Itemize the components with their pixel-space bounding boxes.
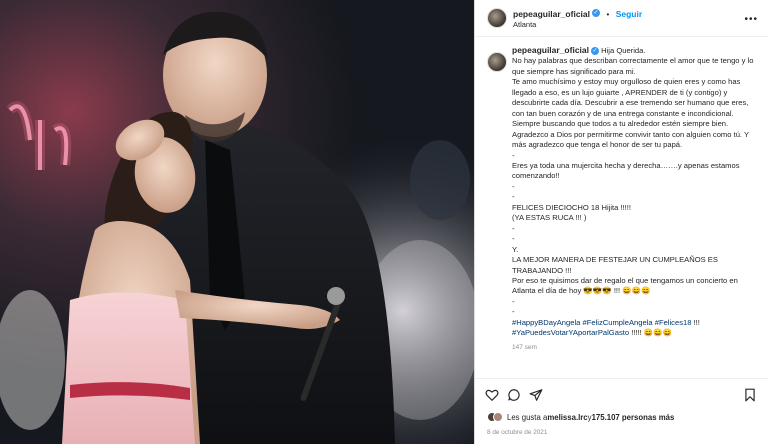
verified-badge-icon: ✓ <box>591 47 599 55</box>
heart-icon[interactable] <box>485 388 499 402</box>
hashtag-suffix: !!! <box>691 317 700 327</box>
hashtag-suffix: !!!!! 😄😄😄 <box>629 328 673 338</box>
likes-prefix: Les gusta a <box>507 412 548 422</box>
author-avatar[interactable] <box>487 8 507 28</box>
more-icon[interactable]: ••• <box>744 14 758 25</box>
caption-line: - <box>512 234 515 244</box>
location-link[interactable]: Atlanta <box>513 20 642 29</box>
post-sidebar: pepeaguilar_oficial ✓ • Seguir Atlanta ••… <box>474 0 768 444</box>
hashtag-link[interactable]: #HappyBDayAngela <box>512 318 580 327</box>
post-caption: pepeaguilar_oficial ✓ Hija Querida. No ha… <box>512 45 760 353</box>
caption-line: - <box>512 307 515 317</box>
post-photo[interactable] <box>0 0 474 444</box>
caption-line: - <box>512 296 515 306</box>
photo-illustration <box>0 0 474 444</box>
caption-line: Por eso te quisimos dar de regalo el que… <box>512 275 740 296</box>
liker-username[interactable]: melissa.lrc <box>547 413 587 422</box>
caption-line: Agradezco a Dios por permitirme convivir… <box>512 129 752 150</box>
caption-line: LA MEJOR MANERA DE FESTEJAR UN CUMPLEAÑO… <box>512 255 720 275</box>
caption-line: FELICES DIECIOCHO 18 Hijita !!!!! <box>512 202 631 212</box>
caption-line: Te amo muchísimo y estoy muy orgulloso d… <box>512 77 751 129</box>
caption-line: (YA ESTAS RUCA !!! ) <box>512 213 587 223</box>
caption-line: Y. <box>512 244 519 254</box>
caption-line: - <box>512 150 515 160</box>
verified-badge-icon: ✓ <box>592 8 600 17</box>
bookmark-icon[interactable] <box>743 388 757 402</box>
caption-line: - <box>512 223 515 233</box>
author-username[interactable]: pepeaguilar_oficial <box>513 9 590 19</box>
instagram-post: pepeaguilar_oficial ✓ • Seguir Atlanta ••… <box>0 0 768 444</box>
likes-count[interactable]: 175.107 personas más <box>592 413 675 422</box>
post-date: 8 de octubre de 2021 <box>487 429 548 436</box>
caption-line: - <box>512 192 515 202</box>
caption-line: Hija Querida. <box>601 46 646 55</box>
caption-line: - <box>512 181 515 191</box>
hashtag-link[interactable]: #YaPuedesVotarYAportarPalGasto <box>512 328 629 337</box>
caption-line: No hay palabras que describan correctame… <box>512 56 756 76</box>
post-age[interactable]: 147 sem <box>512 343 760 353</box>
hashtag-line: #YaPuedesVotarYAportarPalGasto !!!!! 😄😄😄 <box>512 328 760 338</box>
follow-button[interactable]: Seguir <box>616 9 642 19</box>
liker-avatar <box>493 412 503 422</box>
likes-summary: Les gusta a melissa.lrc y 175.107 person… <box>487 412 674 422</box>
comment-icon[interactable] <box>507 388 521 402</box>
hashtag-line: #HappyBDayAngela #FelizCumpleAngela #Fel… <box>512 318 760 328</box>
header-text: pepeaguilar_oficial ✓ • Seguir Atlanta <box>513 7 642 29</box>
post-actions: Les gusta a melissa.lrc y 175.107 person… <box>475 378 768 445</box>
caption-username[interactable]: pepeaguilar_oficial <box>512 45 589 55</box>
hashtag-link[interactable]: #FelizCumpleAngela <box>583 318 653 327</box>
post-header: pepeaguilar_oficial ✓ • Seguir Atlanta ••… <box>475 0 768 37</box>
dot-separator: • <box>606 10 610 19</box>
caption-line: Eres ya toda una mujercita hecha y derec… <box>512 160 742 181</box>
caption-avatar[interactable] <box>487 52 507 72</box>
hashtag-link[interactable]: #Felices18 <box>655 318 692 327</box>
share-icon[interactable] <box>529 388 543 402</box>
